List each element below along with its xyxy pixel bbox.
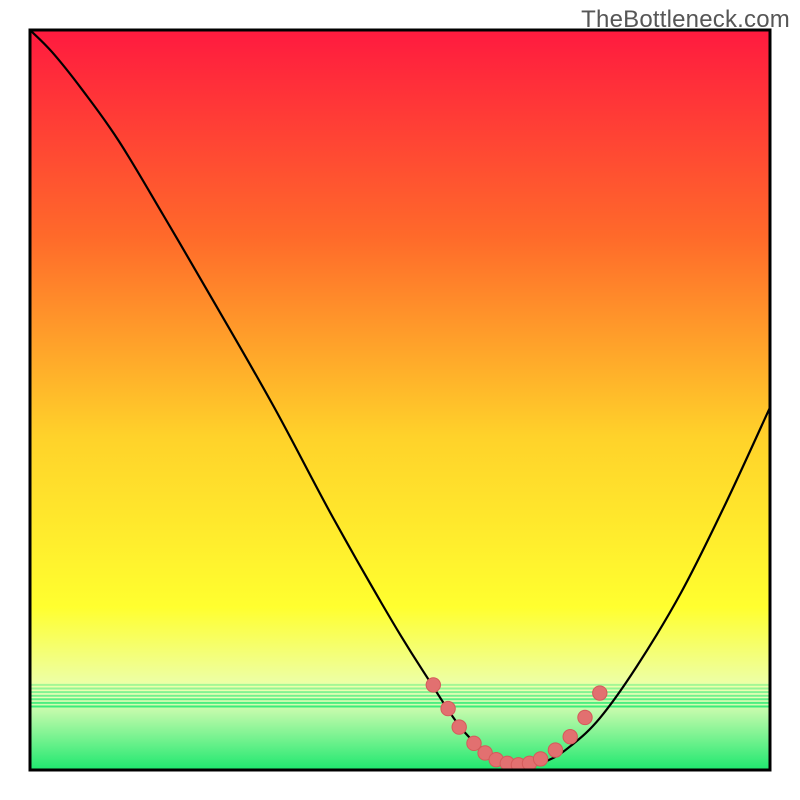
chart-stage: TheBottleneck.com bbox=[0, 0, 800, 800]
highlight-dot bbox=[441, 701, 455, 715]
highlight-dot bbox=[452, 720, 466, 734]
highlight-dot bbox=[578, 710, 592, 724]
plot-background bbox=[30, 30, 770, 770]
green-stripe-bands bbox=[30, 685, 770, 707]
highlight-dot bbox=[548, 743, 562, 757]
highlight-dot bbox=[593, 686, 607, 700]
highlight-dot bbox=[426, 678, 440, 692]
bottleneck-chart bbox=[0, 0, 800, 800]
highlight-dot bbox=[533, 752, 547, 766]
highlight-dot bbox=[563, 730, 577, 744]
watermark-text: TheBottleneck.com bbox=[581, 6, 790, 34]
